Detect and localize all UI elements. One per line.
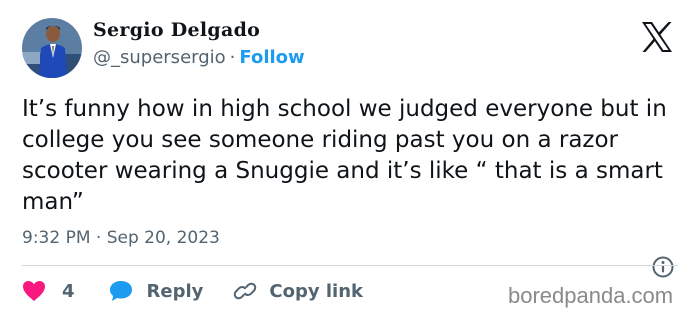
author-handle[interactable]: @_supersergio (93, 47, 226, 68)
watermark: boredpanda.com (508, 283, 674, 308)
tweet-timestamp[interactable]: 9:32 PM · Sep 20, 2023 (22, 228, 220, 248)
tweet-text: It’s funny how in high school we judged … (22, 96, 667, 215)
copy-link-label: Copy link (269, 280, 363, 302)
divider (22, 265, 678, 266)
author-name[interactable]: Sergio Delgado (93, 19, 260, 41)
reply-button[interactable]: Reply (109, 280, 204, 302)
like-count: 4 (62, 280, 75, 302)
reply-bubble-icon (109, 281, 132, 301)
like-button[interactable]: 4 (22, 280, 75, 302)
heart-icon (23, 281, 45, 301)
action-bar: 4 Reply Copy link (22, 279, 363, 303)
tweet-card: Sergio Delgado @_supersergio · Follow It’s… (0, 0, 700, 318)
copy-link-button[interactable]: Copy link (233, 280, 363, 302)
info-icon[interactable] (651, 255, 675, 279)
link-icon (234, 282, 257, 300)
follow-button[interactable]: Follow (239, 47, 304, 68)
x-logo-icon[interactable] (641, 22, 673, 52)
separator: · (229, 47, 236, 68)
handle-row: @_supersergio · Follow (93, 47, 305, 68)
reply-label: Reply (146, 280, 204, 302)
avatar[interactable] (22, 18, 82, 78)
